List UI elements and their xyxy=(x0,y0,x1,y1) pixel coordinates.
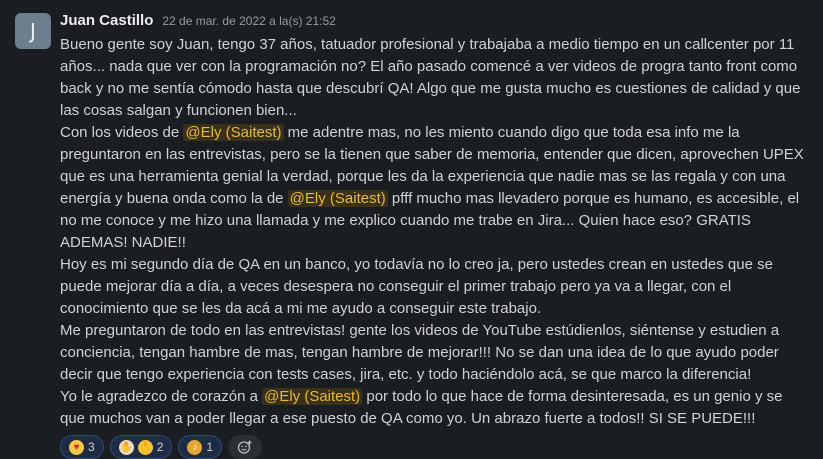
author-name[interactable]: Juan Castillo xyxy=(60,12,153,29)
paragraph-2: Con los videos de @Ely (Saitest) me aden… xyxy=(60,122,810,254)
reactions-bar: ♥ 3 ✋ ✋ 2 ♪ 1 xyxy=(60,435,810,459)
clap-light-emoji-icon: ✋ xyxy=(118,439,134,455)
reaction-count: 3 xyxy=(88,440,95,454)
clap-yellow-emoji-icon: ✋ xyxy=(137,439,153,455)
reaction-beers[interactable]: ♪ 1 xyxy=(178,435,223,459)
message: J Juan Castillo 22 de mar. de 2022 a la(… xyxy=(0,0,823,459)
add-reaction-button[interactable] xyxy=(228,435,263,459)
mention-ely-saitest[interactable]: @Ely (Saitest) xyxy=(287,190,388,207)
paragraph-1: Bueno gente soy Juan, tengo 37 años, tat… xyxy=(60,36,801,119)
reaction-clap[interactable]: ✋ ✋ 2 xyxy=(109,435,173,459)
add-reaction-icon xyxy=(237,440,252,454)
avatar[interactable]: J xyxy=(15,13,51,49)
reaction-count: 2 xyxy=(156,440,164,454)
heart-eyes-emoji-icon: ♥ xyxy=(69,439,84,455)
message-content: Juan Castillo 22 de mar. de 2022 a la(s)… xyxy=(60,12,810,459)
paragraph-5: Yo le agradezco de corazón a @Ely (Saite… xyxy=(60,386,810,430)
reaction-heart-eyes[interactable]: ♥ 3 xyxy=(60,435,104,459)
paragraph-3: Hoy es mi segundo día de QA en un banco,… xyxy=(60,256,773,317)
mention-ely-saitest[interactable]: @Ely (Saitest) xyxy=(183,124,284,141)
beers-emoji-icon: ♪ xyxy=(187,439,203,455)
paragraph-2-text-a: Con los videos de xyxy=(60,124,184,141)
message-header: Juan Castillo 22 de mar. de 2022 a la(s)… xyxy=(60,12,810,32)
paragraph-5-text-a: Yo le agradezco de corazón a xyxy=(60,388,263,405)
mention-ely-saitest[interactable]: @Ely (Saitest) xyxy=(262,388,363,405)
reaction-count: 1 xyxy=(206,440,214,454)
timestamp[interactable]: 22 de mar. de 2022 a la(s) 21:52 xyxy=(162,14,335,28)
message-body: Bueno gente soy Juan, tengo 37 años, tat… xyxy=(60,34,810,430)
paragraph-4: Me preguntaron de todo en las entrevista… xyxy=(60,322,780,383)
